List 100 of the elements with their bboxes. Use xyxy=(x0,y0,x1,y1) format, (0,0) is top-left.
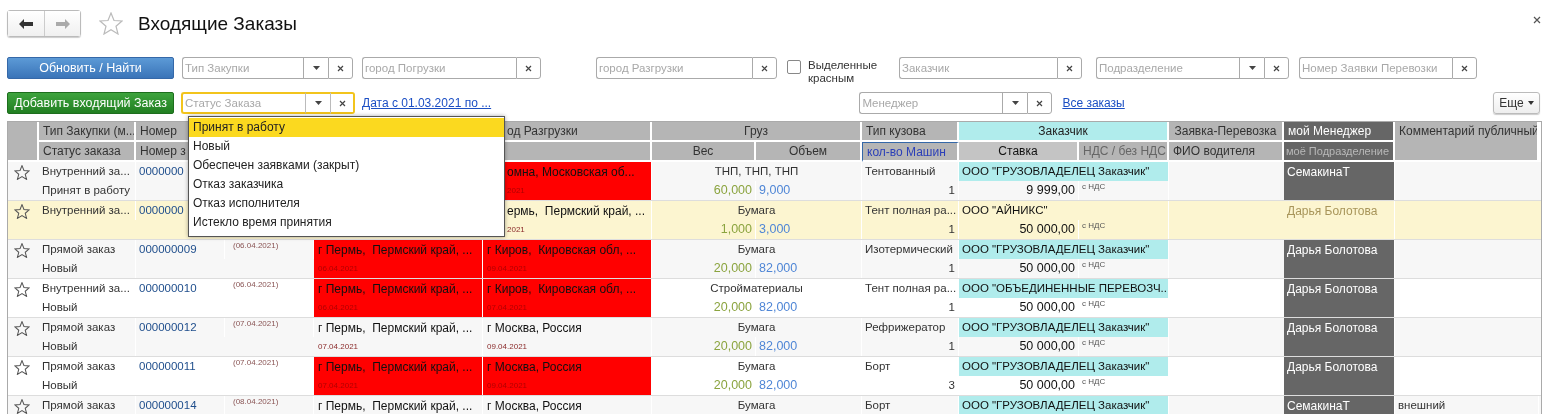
table-cell: Бумага xyxy=(652,318,862,337)
arrow-left-icon xyxy=(19,18,33,29)
clear-button[interactable] xyxy=(330,92,355,114)
clear-icon xyxy=(1066,64,1073,72)
input-field[interactable]: Тип Закупки xyxy=(182,57,303,79)
table-cell: Новый xyxy=(39,337,136,356)
table-row[interactable] xyxy=(8,240,1541,279)
clear-icon xyxy=(1273,64,1280,72)
input-field[interactable]: Менеджер xyxy=(859,92,1003,114)
date-text: 2021 xyxy=(507,185,526,197)
table-row[interactable]: Прямой заказ Новый 000000011 (07.04.2021) г Пермь, Пермский край, ... 07.04.2021 г Москва, Россия 09.04.2021 Бумага 20,000 82,000 Борт 3 ООО "ГРУЗОВЛАДЕЛЕЦ Заказчик" 50 000,00 с НДС Дарья Болотова xyxy=(8,357,1541,396)
table-cell: ООО "ГРУЗОВЛАДЕЛЕЦ Заказчик" xyxy=(959,396,1169,414)
column-header[interactable]: Статус заказа xyxy=(39,142,136,162)
clear-icon xyxy=(1461,64,1468,72)
star-icon[interactable] xyxy=(14,321,30,336)
input-field[interactable]: город Погрузки xyxy=(362,57,516,79)
address-text: г Москва, Россия xyxy=(487,320,583,337)
table-cell: 50 000,00 xyxy=(959,220,1079,239)
input-field[interactable]: Статус Заказа xyxy=(181,92,305,114)
dropdown-button[interactable] xyxy=(305,92,330,114)
clear-button[interactable] xyxy=(1027,92,1053,114)
table-row[interactable] xyxy=(8,318,1541,357)
input-field[interactable]: Заказчик xyxy=(899,57,1057,79)
star-icon[interactable] xyxy=(14,165,30,180)
column-header[interactable]: Ставка xyxy=(959,142,1079,162)
table-cell: ООО "ГРУЗОВЛАДЕЛЕЦ Заказчик" xyxy=(959,162,1169,181)
star-icon[interactable] xyxy=(14,399,30,414)
table-cell: с НДС xyxy=(1079,259,1169,278)
back-button[interactable] xyxy=(8,11,44,36)
input-field[interactable]: Подразделение xyxy=(1096,57,1239,79)
address-text: г Москва, Россия xyxy=(487,359,583,376)
table-cell: 3 xyxy=(862,376,959,395)
table-cell: Бумага xyxy=(652,240,862,259)
column-header[interactable]: Груз xyxy=(652,122,862,142)
table-cell: Принят в работу xyxy=(39,181,136,200)
clear-button[interactable] xyxy=(1452,57,1477,79)
clear-button[interactable] xyxy=(516,57,541,79)
table-cell: Внутренний за... xyxy=(39,201,136,220)
date-text: 07.04.2021 xyxy=(487,302,529,314)
table-cell: СемакинаТ xyxy=(1284,162,1395,200)
close-icon[interactable] xyxy=(1533,15,1541,24)
address-text: омна, Московская об... xyxy=(507,164,636,181)
column-header[interactable]: Тип Закупки (м... xyxy=(39,122,136,142)
table-cell: 1 xyxy=(862,220,959,239)
clear-button[interactable] xyxy=(1264,57,1289,79)
add-order-button[interactable]: Добавить входящий Заказ xyxy=(7,92,174,114)
more-button[interactable]: Еще xyxy=(1493,92,1540,114)
table-cell: Бумага xyxy=(652,396,862,414)
table-cell: Дарья Болотова xyxy=(1284,240,1395,278)
star-icon[interactable] xyxy=(99,12,123,35)
table-row[interactable]: Прямой заказ 000000014 (08.04.2021) г Пермь, Пермский край, ... г Москва, Россия Бумага Борт ООО "ГРУЗОВЛАДЕЛЕЦ Заказчик" СемакинаТ внешний xyxy=(8,396,1541,414)
clear-button[interactable] xyxy=(1057,57,1082,79)
table-cell: 000000011 xyxy=(136,357,225,376)
column-header[interactable]: Заявка-Перевозка xyxy=(1169,122,1284,142)
column-header[interactable]: ФИО водителя xyxy=(1169,142,1284,162)
star-icon[interactable] xyxy=(14,243,30,258)
refresh-button[interactable]: Обновить / Найти xyxy=(7,57,174,79)
table-cell: Внутренний за... xyxy=(39,162,136,181)
table-cell: 3,000 xyxy=(756,220,862,239)
column-header[interactable]: Комментарий публичный xyxy=(1395,122,1539,162)
dropdown-option[interactable]: Принят в работу xyxy=(189,118,504,137)
clear-button[interactable] xyxy=(752,57,777,79)
column-header[interactable]: Заказчик xyxy=(959,122,1169,142)
all-orders-link[interactable]: Все заказы xyxy=(1062,96,1125,110)
caret-icon xyxy=(312,66,320,70)
dropdown-button[interactable] xyxy=(1002,92,1028,114)
dropdown-button[interactable] xyxy=(303,57,328,79)
clear-button[interactable] xyxy=(328,57,353,79)
table-cell: 1,000 xyxy=(652,220,756,239)
dropdown-button[interactable] xyxy=(1239,57,1264,79)
date-link[interactable]: Дата с 01.03.2021 по ... xyxy=(362,96,492,110)
table-cell: Бумага xyxy=(652,201,862,220)
table-cell: Прямой заказ xyxy=(39,396,136,414)
table-cell: 000000014 xyxy=(136,396,225,414)
caret-icon xyxy=(1248,66,1256,70)
date-text: 07.04.2021 xyxy=(318,380,360,392)
star-icon[interactable] xyxy=(14,282,30,297)
star-icon[interactable] xyxy=(14,360,30,375)
column-header[interactable]: Тип кузова xyxy=(862,122,959,142)
column-header[interactable]: кол-во Машин xyxy=(862,142,959,162)
table-cell: Дарья Болотова xyxy=(1284,279,1395,317)
table-cell: 000000010 xyxy=(136,279,225,298)
table-cell: с НДС xyxy=(1079,337,1169,356)
table-row[interactable] xyxy=(8,279,1541,318)
table-cell: ООО "ОБЪЕДИНЕННЫЕ ПЕРЕВОЗЧ... xyxy=(959,279,1169,298)
table-cell: ООО "ГРУЗОВЛАДЕЛЕЦ Заказчик" xyxy=(959,318,1169,337)
star-icon[interactable] xyxy=(14,204,30,219)
table-cell: ООО "АЙНИКС" xyxy=(959,201,1169,220)
column-header[interactable]: Вес xyxy=(652,142,756,162)
input-field[interactable]: Номер Заявки Перевозки xyxy=(1299,57,1452,79)
column-header[interactable]: мой Менеджер xyxy=(1284,122,1395,142)
table-cell: 50 000,00 xyxy=(959,376,1079,395)
table-cell: 1 xyxy=(862,181,959,200)
caret-icon xyxy=(1527,101,1534,105)
table-cell: СемакинаТ xyxy=(1284,396,1395,414)
input-field[interactable]: город Разгрузки xyxy=(596,57,752,79)
table-cell: 20,000 xyxy=(652,376,756,395)
checkbox[interactable] xyxy=(787,60,801,74)
table-cell: Тент полная ра... xyxy=(862,201,959,220)
column-header[interactable]: Объем xyxy=(756,142,862,162)
